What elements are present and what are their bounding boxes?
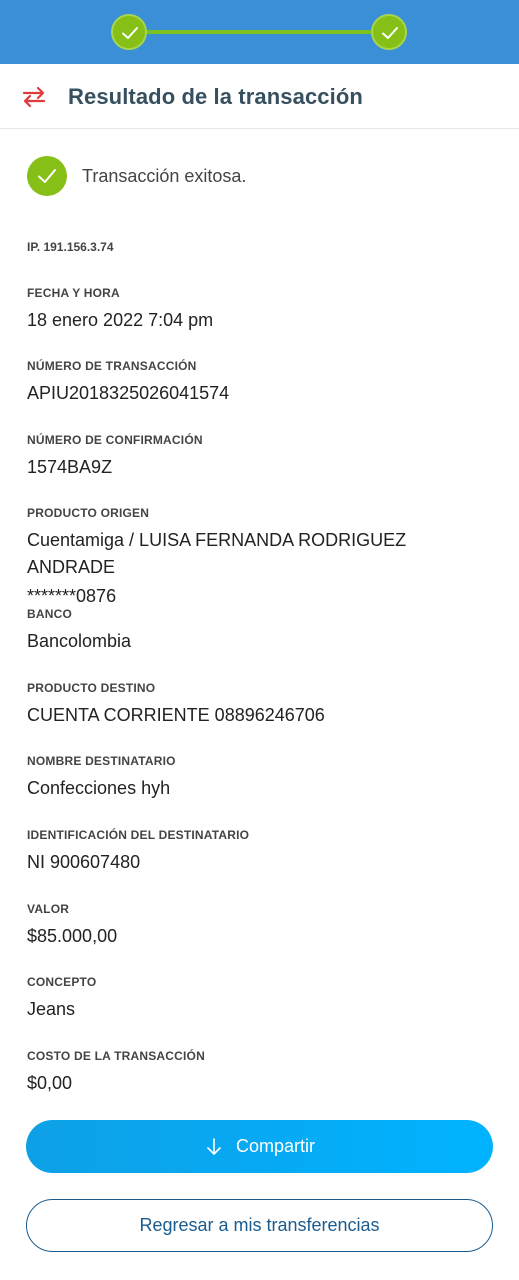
field-identificacion-destinatario: IDENTIFICACIÓN DEL DESTINATARIO NI 90060… bbox=[27, 828, 497, 876]
back-to-transfers-button[interactable]: Regresar a mis transferencias bbox=[26, 1199, 493, 1252]
field-value: Confecciones hyh bbox=[27, 778, 171, 798]
transfer-arrows-icon bbox=[20, 83, 48, 111]
field-value-account: *******0876 bbox=[27, 586, 117, 606]
field-label: PRODUCTO DESTINO bbox=[27, 681, 156, 695]
field-label: VALOR bbox=[27, 902, 70, 916]
share-button-label: Compartir bbox=[235, 1136, 315, 1156]
field-label: NÚMERO DE TRANSACCIÓN bbox=[27, 359, 197, 373]
page-header: Resultado de la transacción bbox=[0, 64, 519, 129]
stepper-line bbox=[129, 30, 389, 34]
field-label: BANCO bbox=[27, 607, 72, 621]
field-value: $85.000,00 bbox=[27, 926, 118, 946]
field-label: CONCEPTO bbox=[27, 975, 97, 989]
field-label: NOMBRE DESTINATARIO bbox=[27, 754, 176, 768]
field-label: FECHA Y HORA bbox=[27, 286, 120, 300]
field-numero-confirmacion: NÚMERO DE CONFIRMACIÓN 1574BA9Z bbox=[27, 433, 497, 481]
field-value: 1574BA9Z bbox=[27, 457, 113, 477]
field-value: Bancolombia bbox=[27, 631, 132, 651]
field-label: IDENTIFICACIÓN DEL DESTINATARIO bbox=[27, 828, 250, 842]
field-fecha-hora: FECHA Y HORA 18 enero 2022 7:04 pm bbox=[27, 286, 497, 334]
field-value: 18 enero 2022 7:04 pm bbox=[27, 310, 214, 330]
field-producto-origen: PRODUCTO ORIGEN Cuentamiga / LUISA FERNA… bbox=[27, 506, 497, 610]
field-value: $0,00 bbox=[27, 1073, 73, 1093]
field-producto-destino: PRODUCTO DESTINO CUENTA CORRIENTE 088962… bbox=[27, 681, 497, 729]
step-1-complete-icon bbox=[111, 14, 147, 50]
field-nombre-destinatario: NOMBRE DESTINATARIO Confecciones hyh bbox=[27, 754, 497, 802]
field-costo-transaccion: COSTO DE LA TRANSACCIÓN $0,00 bbox=[27, 1049, 497, 1097]
page-title: Resultado de la transacción bbox=[68, 84, 363, 109]
field-numero-transaccion: NÚMERO DE TRANSACCIÓN APIU20183250260415… bbox=[27, 359, 497, 407]
download-arrow-icon bbox=[207, 1137, 221, 1155]
field-value: Jeans bbox=[27, 999, 76, 1019]
field-value: Cuentamiga / LUISA FERNANDA RODRIGUEZ AN… bbox=[27, 530, 407, 577]
field-concepto: CONCEPTO Jeans bbox=[27, 975, 497, 1023]
field-valor: VALOR $85.000,00 bbox=[27, 902, 497, 950]
share-button[interactable]: Compartir bbox=[26, 1120, 493, 1173]
back-button-label: Regresar a mis transferencias bbox=[139, 1215, 380, 1235]
status-message: Transacción exitosa. bbox=[82, 166, 247, 186]
check-circle-icon bbox=[27, 156, 67, 196]
field-banco: BANCO Bancolombia bbox=[27, 607, 497, 655]
field-value: CUENTA CORRIENTE 08896246706 bbox=[27, 705, 325, 725]
field-value: APIU2018325026041574 bbox=[27, 383, 230, 403]
progress-stepper bbox=[0, 0, 519, 64]
field-label: COSTO DE LA TRANSACCIÓN bbox=[27, 1049, 205, 1063]
ip-address: IP. 191.156.3.74 bbox=[27, 240, 114, 254]
step-2-complete-icon bbox=[371, 14, 407, 50]
field-label: NÚMERO DE CONFIRMACIÓN bbox=[27, 433, 203, 447]
field-value: NI 900607480 bbox=[27, 852, 141, 872]
field-label: PRODUCTO ORIGEN bbox=[27, 506, 150, 520]
